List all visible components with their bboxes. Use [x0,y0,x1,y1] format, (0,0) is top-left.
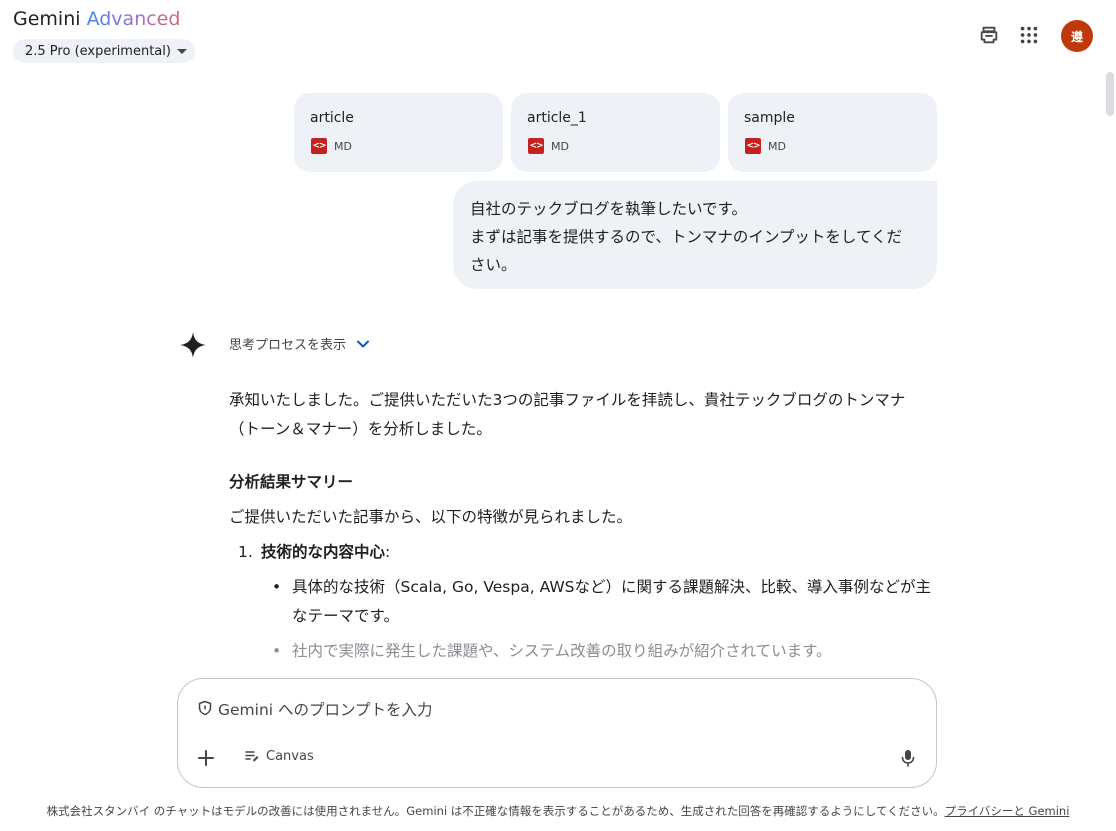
canvas-edit-icon [245,751,259,762]
attachment-type-row: <> MD [528,138,569,154]
bullet-item: • 具体的な技術（Scala, Go, Vespa, AWSなど）に関する課題解… [271,573,934,631]
bullet-item: • 社内で実際に発生した課題や、システム改善の取り組みが紹介されています。 [271,637,934,666]
code-file-icon: <> [745,138,761,154]
scrollbar-thumb[interactable] [1106,72,1114,116]
list-number: 1. [238,543,253,561]
code-file-icon: <> [528,138,544,154]
attachment-type: MD [334,139,352,153]
privacy-link[interactable]: プライバシーと Gemini [945,804,1070,818]
chevron-down-icon [357,340,370,347]
bullet-text: 社内で実際に発生した課題や、システム改善の取り組みが紹介されています。 [292,642,832,660]
attachment-name: article [310,110,354,126]
attachment-type: MD [768,139,786,153]
bullet-dot: • [272,578,282,596]
user-message-bubble: 自社のテックブログを執筆したいです。 まずは記事を提供するので、トンマナのインプ… [453,181,937,289]
microphone-icon[interactable] [898,747,918,769]
app-header: Gemini Advanced 2.5 Pro (experimental) 遵 [0,0,1116,70]
attachment-card-sample[interactable]: sample <> MD [728,93,937,172]
bullet-dot: • [272,642,282,660]
attachment-name: sample [744,110,795,126]
attachment-type-row: <> MD [311,138,352,154]
attachment-type: MD [551,139,569,153]
footer-text: 株式会社スタンバイ のチャットはモデルの改善には使用されません。Gemini は… [46,804,945,818]
caret-down-icon [176,48,187,54]
show-thoughts-label: 思考プロセスを表示 [229,338,347,353]
response-intro-line: 承知いたしました。ご提供いただいた3つの記事ファイルを拝読し、貴社テックブログの… [229,391,906,409]
gemini-spark-icon [180,332,206,358]
attachment-type-row: <> MD [745,138,786,154]
canvas-button[interactable]: Canvas [244,748,314,764]
user-message-line: さい。 [470,256,517,274]
brand-advanced: Advanced [86,8,181,30]
user-message-line: まずは記事を提供するので、トンマナのインプットをしてくだ [470,228,902,246]
response-heading: 分析結果サマリー [229,473,354,491]
attachment-name: article_1 [527,110,587,126]
model-selector[interactable]: 2.5 Pro (experimental) [13,39,195,63]
shield-icon [198,700,212,716]
model-selector-label: 2.5 Pro (experimental) [25,43,171,59]
show-thoughts-toggle[interactable]: 思考プロセスを表示 [229,334,370,353]
bullet-text: 具体的な技術（Scala, Go, Vespa, AWSなど）に関する課題解決、… [292,578,931,625]
attachment-card-article-1[interactable]: article_1 <> MD [511,93,720,172]
prompt-input[interactable]: Gemini へのプロンプトを入力 [218,698,433,720]
prompt-composer[interactable]: Gemini へのプロンプトを入力 Canvas [177,678,937,788]
print-icon[interactable] [978,24,1000,46]
user-message-line: 自社のテックブログを執筆したいです。 [470,200,747,218]
ordered-list-item: 1. 技術的な内容中心: [229,538,949,567]
list-item-title: 技術的な内容中心 [261,543,386,561]
canvas-label: Canvas [266,748,314,764]
list-item-colon: : [385,543,391,561]
response-intro: 承知いたしました。ご提供いただいた3つの記事ファイルを拝読し、貴社テックブログの… [229,386,949,444]
footer-disclaimer: 株式会社スタンバイ のチャットはモデルの改善には使用されません。Gemini は… [0,803,1116,819]
response-lead: ご提供いただいた記事から、以下の特徴が見られました。 [229,508,633,526]
attachment-card-article[interactable]: article <> MD [294,93,503,172]
model-response: 承知いたしました。ご提供いただいた3つの記事ファイルを拝読し、貴社テックブログの… [229,386,949,666]
user-avatar[interactable]: 遵 [1061,20,1093,52]
brand-gemini: Gemini [13,8,81,30]
code-file-icon: <> [311,138,327,154]
response-intro-line: （トーン＆マナー）を分析しました。 [229,420,492,438]
add-button[interactable] [195,747,217,769]
app-title: Gemini Advanced [13,8,180,30]
apps-grid-icon[interactable] [1018,24,1040,46]
